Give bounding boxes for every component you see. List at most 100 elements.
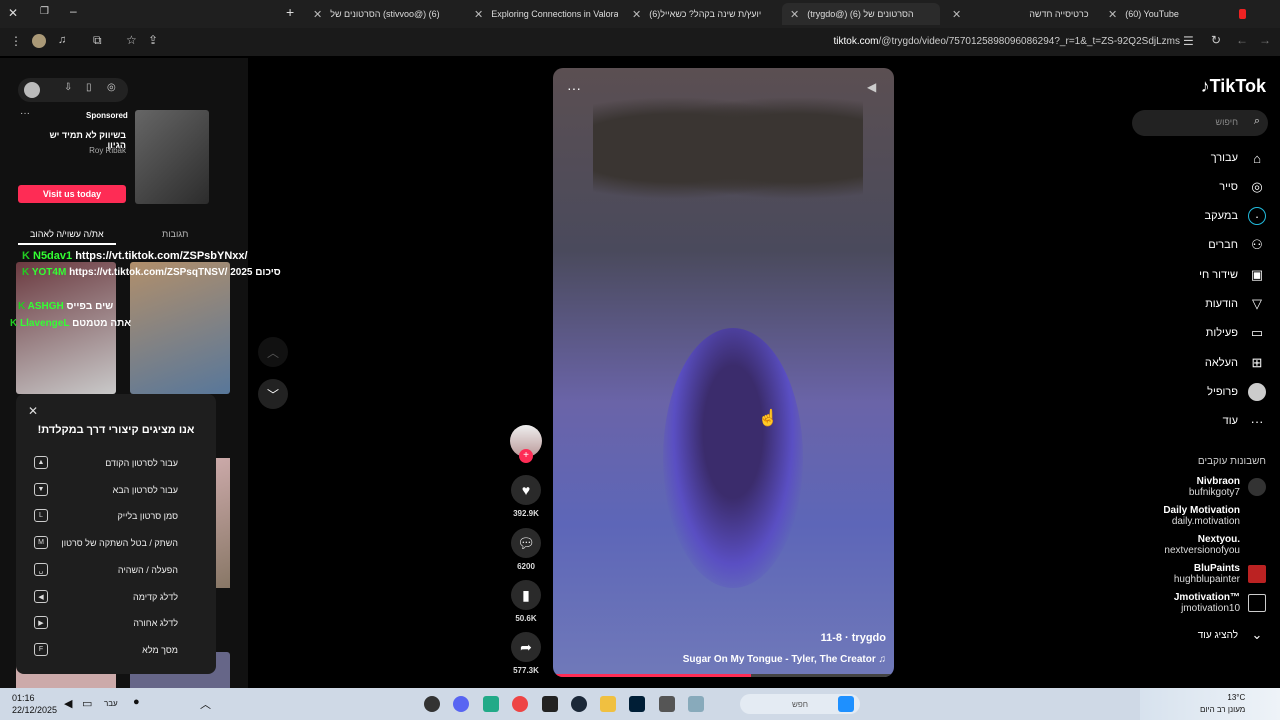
tab-label: (trygdo@) הסרטונים של (6) bbox=[807, 9, 914, 19]
photoshop-icon[interactable] bbox=[629, 696, 645, 712]
nav-explore[interactable]: סייר ◎ bbox=[1219, 178, 1266, 196]
panel-avatar[interactable] bbox=[24, 82, 40, 98]
chat-line: K N5dav1 https://vt.tiktok.com/ZSPsbYNxx… bbox=[22, 250, 248, 262]
ad-thumbnail[interactable] bbox=[135, 110, 209, 204]
bookmark-star-icon[interactable]: ☆ bbox=[126, 33, 137, 47]
video-player[interactable]: ··· ◀ 11-8 · trygdo Sugar On My Tongue -… bbox=[553, 68, 894, 677]
nav-profile[interactable]: פרופיל bbox=[1207, 383, 1266, 401]
next-video-button[interactable]: ﹀ bbox=[258, 379, 288, 409]
reload-icon[interactable]: ↻ bbox=[1211, 33, 1221, 47]
tab-comments[interactable]: תגובות bbox=[162, 229, 188, 239]
close-icon[interactable]: ✕ bbox=[28, 404, 38, 418]
close-window-icon[interactable]: ✕ bbox=[8, 6, 18, 20]
profile-icon bbox=[1248, 383, 1266, 401]
nav-activity[interactable]: פעילות ▭ bbox=[1206, 324, 1266, 342]
tune-icon[interactable]: ☰ bbox=[1183, 34, 1194, 48]
profile-avatar[interactable] bbox=[32, 34, 46, 48]
folder-icon[interactable] bbox=[600, 696, 616, 712]
arrow-right-key-icon: ▶ bbox=[34, 616, 48, 629]
nav-for-you[interactable]: עבורך ⌂ bbox=[1211, 149, 1266, 167]
nav-upload[interactable]: העלאה ⊞ bbox=[1205, 354, 1266, 372]
download-icon[interactable]: ⇩ bbox=[64, 82, 72, 93]
discord-icon[interactable] bbox=[453, 696, 469, 712]
video-meta: 11-8 · trygdo bbox=[820, 632, 886, 644]
extensions-icon[interactable]: ⧉ bbox=[93, 33, 102, 48]
windows-start-icon[interactable] bbox=[838, 696, 854, 712]
shortcut-label: עבור לסרטון הבא bbox=[112, 485, 178, 495]
like-button[interactable]: ♥ 392.9K bbox=[510, 475, 542, 518]
follow-plus-icon[interactable]: + bbox=[519, 449, 533, 463]
progress-track[interactable] bbox=[553, 674, 894, 677]
music-line[interactable]: Sugar On My Tongue - Tyler, The Creator … bbox=[683, 654, 886, 665]
restore-icon[interactable]: ❐ bbox=[40, 6, 49, 17]
comment-button[interactable]: 💬︎ 6200 bbox=[510, 528, 542, 571]
nav-friends[interactable]: חברים ⚇ bbox=[1208, 236, 1266, 254]
tab-youtube[interactable]: ✕ (60) YouTube bbox=[1100, 3, 1252, 25]
compass-icon[interactable]: ◎ bbox=[107, 82, 116, 93]
avatar bbox=[1248, 536, 1266, 554]
arrow-left-key-icon: ◀ bbox=[34, 590, 48, 603]
more-options-icon[interactable]: ··· bbox=[567, 80, 581, 96]
following-account[interactable]: Daily Motivation daily.motivation bbox=[1163, 505, 1266, 527]
following-account[interactable]: Nivbraon bufnikgoty7 bbox=[1189, 476, 1266, 498]
avatar bbox=[1248, 507, 1266, 525]
account-name: Daily Motivation bbox=[1163, 505, 1240, 516]
nav-more[interactable]: עוד ··· bbox=[1223, 412, 1266, 430]
app-icon[interactable] bbox=[688, 696, 704, 712]
volume-icon[interactable]: ◀ bbox=[867, 80, 876, 94]
install-icon[interactable]: ⇪ bbox=[148, 33, 158, 47]
tab-new[interactable]: ✕ כרטיסייה חדשה bbox=[944, 3, 1096, 25]
app-icon[interactable] bbox=[424, 696, 440, 712]
url-field[interactable]: tiktok.com/@trygdo/video/757012589809608… bbox=[834, 36, 1181, 47]
weather[interactable]: 13°C מעונן רב היום bbox=[1200, 692, 1245, 716]
author-avatar-button[interactable]: + bbox=[510, 425, 542, 463]
l-key-icon: L bbox=[34, 509, 48, 522]
nav-live[interactable]: שידור חי ▣ bbox=[1199, 266, 1266, 284]
network-icon[interactable]: ▭ bbox=[82, 697, 92, 710]
share-button[interactable]: ➦ 577.3K bbox=[510, 632, 542, 675]
nav-messages[interactable]: הודעות ▽ bbox=[1205, 295, 1266, 313]
nav-following[interactable]: במעקב · bbox=[1205, 207, 1266, 225]
video-thumbnail[interactable] bbox=[130, 262, 230, 394]
media-icon[interactable]: ♫ bbox=[58, 34, 66, 46]
show-more-button[interactable]: להציג עוד ⌄ bbox=[1198, 626, 1266, 644]
search-icon[interactable]: ⌕ bbox=[1254, 115, 1260, 128]
save-button[interactable]: ▮ 50.6K bbox=[510, 580, 542, 623]
search-input[interactable]: חיפוש bbox=[1216, 117, 1238, 127]
prev-video-button[interactable]: ︿ bbox=[258, 337, 288, 367]
mic-icon[interactable]: ● bbox=[133, 696, 140, 708]
new-tab-button[interactable]: + bbox=[286, 4, 294, 20]
language-indicator[interactable]: עבר bbox=[104, 699, 118, 708]
tab-stivvoo[interactable]: ✕ הסרטונים של (stivvoo@) (6) bbox=[305, 3, 457, 25]
menu-dots-icon[interactable]: ⋮ bbox=[10, 34, 22, 48]
epic-icon[interactable] bbox=[542, 696, 558, 712]
forward-icon[interactable]: ← bbox=[1236, 33, 1248, 47]
following-account[interactable]: Jmotivation™ jmotivation10 bbox=[1174, 592, 1266, 614]
chrome-icon[interactable] bbox=[512, 696, 528, 712]
phone-icon[interactable]: ▯ bbox=[86, 82, 92, 93]
tray-expand-icon[interactable]: ︿ bbox=[200, 696, 211, 712]
arrow-down-key-icon: ▼ bbox=[34, 483, 48, 496]
app-icon[interactable] bbox=[659, 696, 675, 712]
app-icon[interactable] bbox=[483, 696, 499, 712]
minimize-icon[interactable]: – bbox=[70, 4, 77, 18]
video-author[interactable]: trygdo bbox=[852, 632, 886, 644]
tiktok-logo[interactable]: ♪TikTok bbox=[1201, 76, 1266, 97]
following-account[interactable]: BluPaints hughblupainter bbox=[1174, 563, 1266, 585]
tab-trygdo[interactable]: ✕ (trygdo@) הסרטונים של (6) bbox=[782, 3, 940, 25]
shortcut-label: עבור לסרטון הקודם bbox=[105, 458, 178, 468]
visit-button[interactable]: Visit us today bbox=[18, 185, 126, 203]
taskbar: 01:16 22/12/2025 ◀ ▭ עבר ● ︿ חפש 13°C מעונ… bbox=[0, 688, 1280, 720]
more-options-icon[interactable]: ··· bbox=[20, 108, 30, 119]
steam-icon[interactable] bbox=[571, 696, 587, 712]
clock[interactable]: 01:16 22/12/2025 bbox=[12, 692, 57, 716]
following-account[interactable]: Nextyou. nextversionofyou bbox=[1164, 534, 1266, 556]
tab-valorant[interactable]: ✕ Exploring Connections in Valorant bbox=[466, 3, 618, 25]
volume-icon[interactable]: ◀ bbox=[64, 697, 72, 710]
tab-you-may-like[interactable]: את/ה עשוי/ה לאהוב bbox=[30, 229, 104, 239]
tab-label: Exploring Connections in Valorant bbox=[491, 9, 618, 19]
back-icon[interactable]: → bbox=[1259, 33, 1271, 47]
search-bar[interactable]: חיפוש ⌕ bbox=[1132, 110, 1268, 136]
nav-label: העלאה bbox=[1204, 357, 1238, 369]
tab-sleep[interactable]: ✕ (6)יועץ/ת שינה בקהל? כשאייל bbox=[624, 3, 776, 25]
